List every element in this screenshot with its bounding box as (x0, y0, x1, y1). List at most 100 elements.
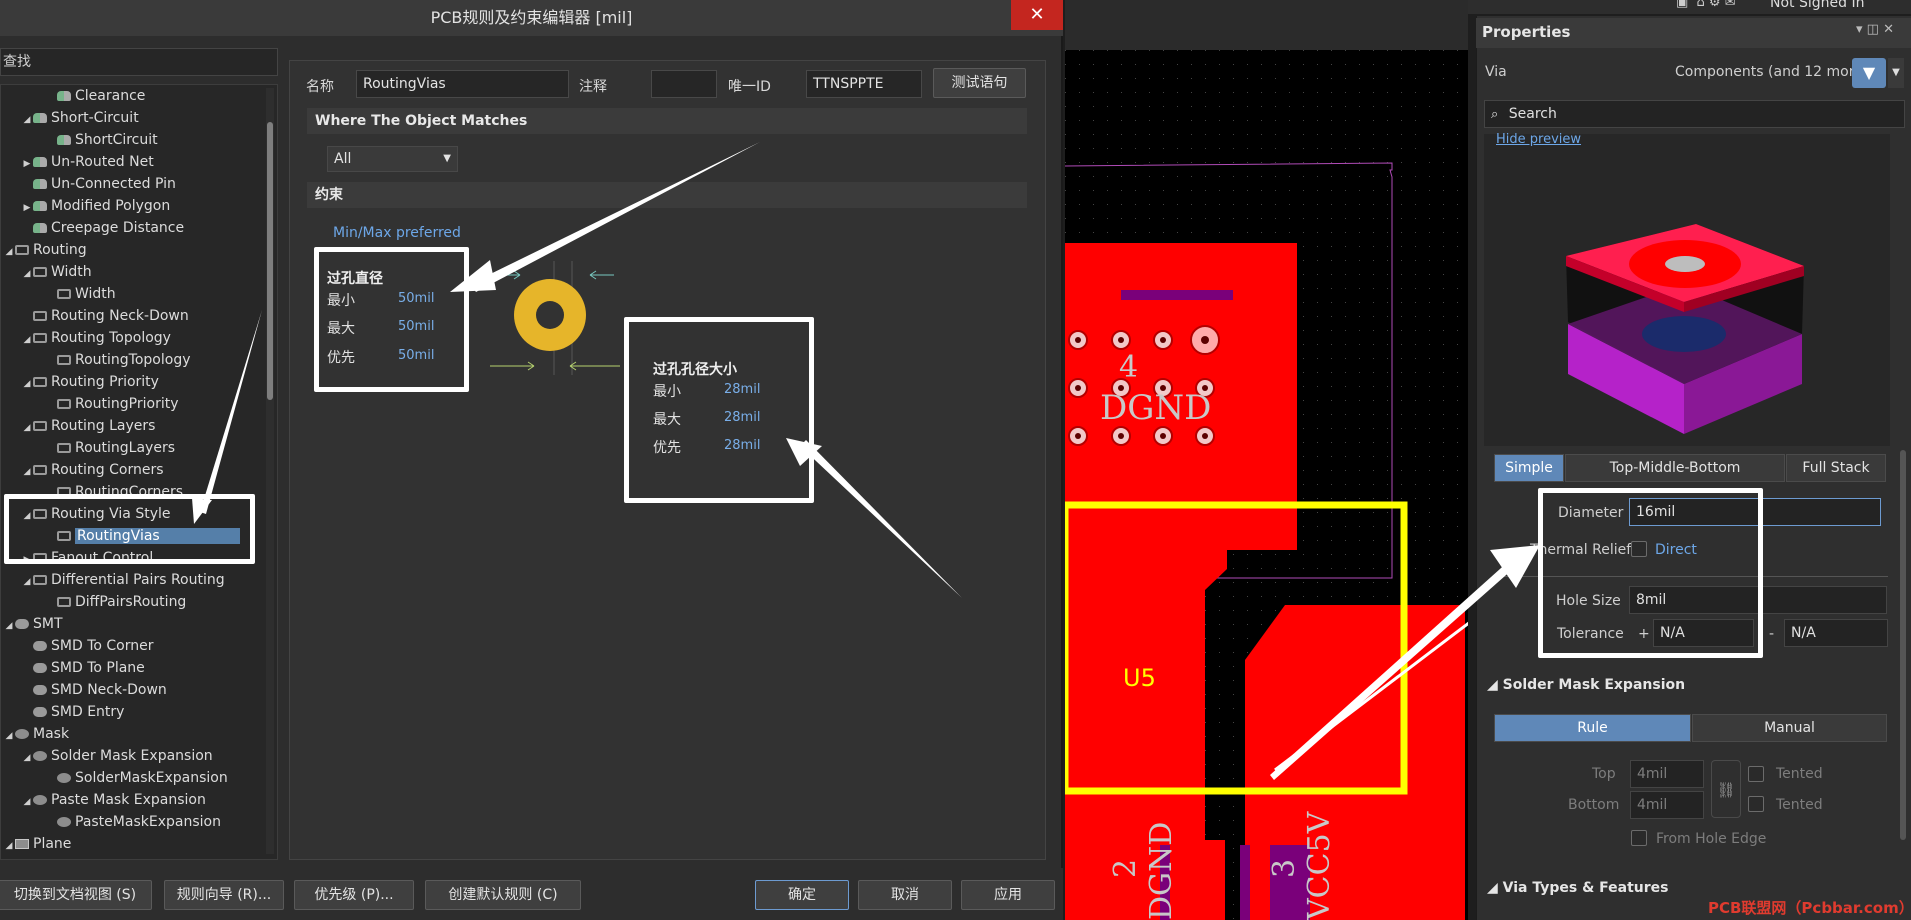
tree-item[interactable]: SMD Neck-Down (21, 679, 167, 701)
tree-item[interactable]: RoutingPriority (45, 393, 179, 415)
tree-item[interactable]: Width (45, 283, 116, 305)
expand-toggle-icon[interactable]: ◢ (21, 791, 33, 813)
expand-toggle-icon[interactable]: ◢ (21, 417, 33, 439)
tab-full-stack[interactable]: Full Stack (1786, 454, 1886, 482)
rule-comment-field[interactable] (651, 70, 717, 98)
create-default-rules-button[interactable]: 创建默认规则 (C) (425, 880, 581, 910)
via-3d-preview[interactable]: Hide preview (1484, 132, 1890, 446)
rule-name-field[interactable]: RoutingVias (356, 70, 569, 98)
tree-item[interactable]: Un-Connected Pin (21, 173, 176, 195)
tree-item[interactable]: ◢ Routing Priority (21, 371, 159, 393)
hide-preview-link[interactable]: Hide preview (1496, 132, 1581, 147)
tree-item-label: SMD Neck-Down (51, 682, 167, 698)
tree-item[interactable]: ▶ Modified Polygon (21, 195, 171, 219)
expand-toggle-icon[interactable]: ◢ (3, 725, 15, 747)
switch-to-document-view-button[interactable]: 切换到文档视图 (S) (0, 880, 152, 910)
expand-toggle-icon[interactable]: ◢ (3, 241, 15, 263)
tree-item[interactable]: Clearance (45, 85, 145, 107)
expand-toggle-icon[interactable]: ◢ (21, 373, 33, 395)
tree-item[interactable]: ShortCircuit (45, 129, 158, 151)
tree-item[interactable]: SMD Entry (21, 701, 124, 723)
ok-button[interactable]: 确定 (755, 880, 849, 910)
tree-item-label: SMD To Plane (51, 660, 145, 676)
expand-toggle-icon[interactable]: ◢ (21, 263, 33, 285)
from-hole-edge-checkbox[interactable] (1631, 830, 1647, 846)
expand-toggle-icon[interactable]: ◢ (21, 109, 33, 131)
top-tented-checkbox[interactable] (1748, 766, 1764, 782)
expand-toggle-icon[interactable]: ◢ (21, 329, 33, 351)
tree-item[interactable]: SMD To Plane (21, 657, 145, 679)
tree-search-input[interactable]: 查找 (0, 48, 278, 76)
tree-item[interactable]: ◢ Routing Corners (21, 459, 164, 481)
mask-top-input[interactable]: 4mil (1630, 760, 1704, 788)
properties-search-input[interactable]: ⌕ Search (1484, 100, 1905, 128)
from-hole-edge-label: From Hole Edge (1656, 831, 1767, 847)
tree-item[interactable]: ◢ Routing Topology (21, 327, 171, 349)
toolbar-icons[interactable]: ▣ ⌂ ⚙ ✉ (1676, 0, 1736, 10)
priorities-button[interactable]: 优先级 (P)... (294, 880, 414, 910)
tree-item[interactable]: ◢ Routing Layers (21, 415, 156, 439)
expand-toggle-icon[interactable]: ◢ (21, 461, 33, 483)
filter-icon[interactable]: ▼ (1852, 58, 1886, 88)
mask-bottom-input[interactable]: 4mil (1630, 791, 1704, 819)
expand-toggle-icon[interactable]: ◢ (21, 747, 33, 769)
tree-item-label: Clearance (75, 88, 146, 104)
tree-item[interactable]: SolderMaskExpansion (45, 767, 228, 789)
tree-item[interactable]: ◢ Mask (3, 723, 70, 747)
smt-rule-icon (15, 619, 29, 629)
not-signed-in-link[interactable]: Not Signed In (1770, 0, 1864, 11)
properties-scrollbar[interactable] (1900, 450, 1906, 840)
tree-item[interactable]: PasteMaskExpansion (45, 811, 221, 833)
cancel-button[interactable]: 取消 (858, 880, 952, 910)
chevron-down-icon: ▼ (443, 153, 451, 164)
tree-item[interactable]: ◢ Width (21, 261, 92, 283)
rule-wizard-button[interactable]: 规则向导 (R)... (164, 880, 284, 910)
solder-mask-expansion-header[interactable]: ◢ Solder Mask Expansion (1487, 677, 1685, 693)
expand-toggle-icon[interactable]: ▶ (21, 153, 33, 175)
tree-item[interactable]: Routing Neck-Down (21, 305, 189, 327)
filter-dropdown-icon[interactable]: ▼ (1888, 58, 1904, 88)
tree-item[interactable]: SMD To Corner (21, 635, 153, 657)
test-query-button[interactable]: 测试语句 (933, 68, 1026, 98)
tree-item[interactable]: ◢ Plane (3, 833, 72, 857)
tree-item-label: RoutingTopology (75, 352, 191, 368)
tree-item[interactable]: ◢ Solder Mask Expansion (21, 745, 213, 767)
tree-scrollbar-thumb[interactable] (267, 122, 273, 400)
tree-item[interactable]: DiffPairsRouting (45, 591, 186, 613)
plane-rule-icon (15, 839, 29, 849)
expand-toggle-icon[interactable]: ◢ (3, 615, 15, 637)
tree-item[interactable]: ◢ Differential Pairs Routing (21, 569, 225, 591)
bottom-tented-checkbox[interactable] (1748, 796, 1764, 812)
link-icon[interactable]: ⛓ (1711, 760, 1741, 818)
tree-item[interactable]: ◢ Paste Mask Expansion (21, 789, 206, 811)
unique-id-label: 唯一ID (728, 79, 771, 95)
tab-top-middle-bottom[interactable]: Top-Middle-Bottom (1565, 454, 1785, 482)
tree-item[interactable]: ◢ Short-Circuit (21, 107, 139, 129)
selection-filter-text[interactable]: Components (and 12 more) (1675, 64, 1868, 80)
tree-item[interactable]: Creepage Distance (21, 217, 184, 239)
match-type-select[interactable]: All ▼ (327, 146, 458, 172)
tab-rule[interactable]: Rule (1494, 714, 1691, 742)
minmax-preferred-link[interactable]: Min/Max preferred (333, 225, 461, 241)
mask-rule-icon (57, 773, 71, 783)
tree-item-label: Solder Mask Expansion (51, 748, 213, 764)
pcb-canvas[interactable] (1065, 50, 1468, 920)
via-types-features-header[interactable]: ◢ Via Types & Features (1487, 880, 1669, 896)
tab-manual[interactable]: Manual (1692, 714, 1887, 742)
panel-menu-icons[interactable]: ▾ ◫ ✕ (1856, 22, 1894, 37)
rule-rule-icon (57, 135, 71, 145)
expand-toggle-icon[interactable]: ◢ (3, 835, 15, 857)
tolerance-minus-input[interactable]: N/A (1784, 619, 1888, 647)
tree-item[interactable]: RoutingLayers (45, 437, 175, 459)
expand-toggle-icon[interactable]: ◢ (21, 571, 33, 593)
expand-toggle-icon[interactable]: ▶ (21, 197, 33, 219)
close-button[interactable]: ✕ (1011, 0, 1063, 30)
tree-item[interactable]: ◢ SMT (3, 613, 63, 635)
smt-rule-icon (33, 663, 47, 673)
tree-item[interactable]: ▶ Un-Routed Net (21, 151, 154, 173)
apply-button[interactable]: 应用 (961, 880, 1055, 910)
tree-item[interactable]: RoutingTopology (45, 349, 191, 371)
tree-item[interactable]: ◢ Routing (3, 239, 87, 261)
unique-id-field[interactable]: TTNSPPTE (806, 70, 922, 98)
tab-simple[interactable]: Simple (1494, 454, 1564, 482)
